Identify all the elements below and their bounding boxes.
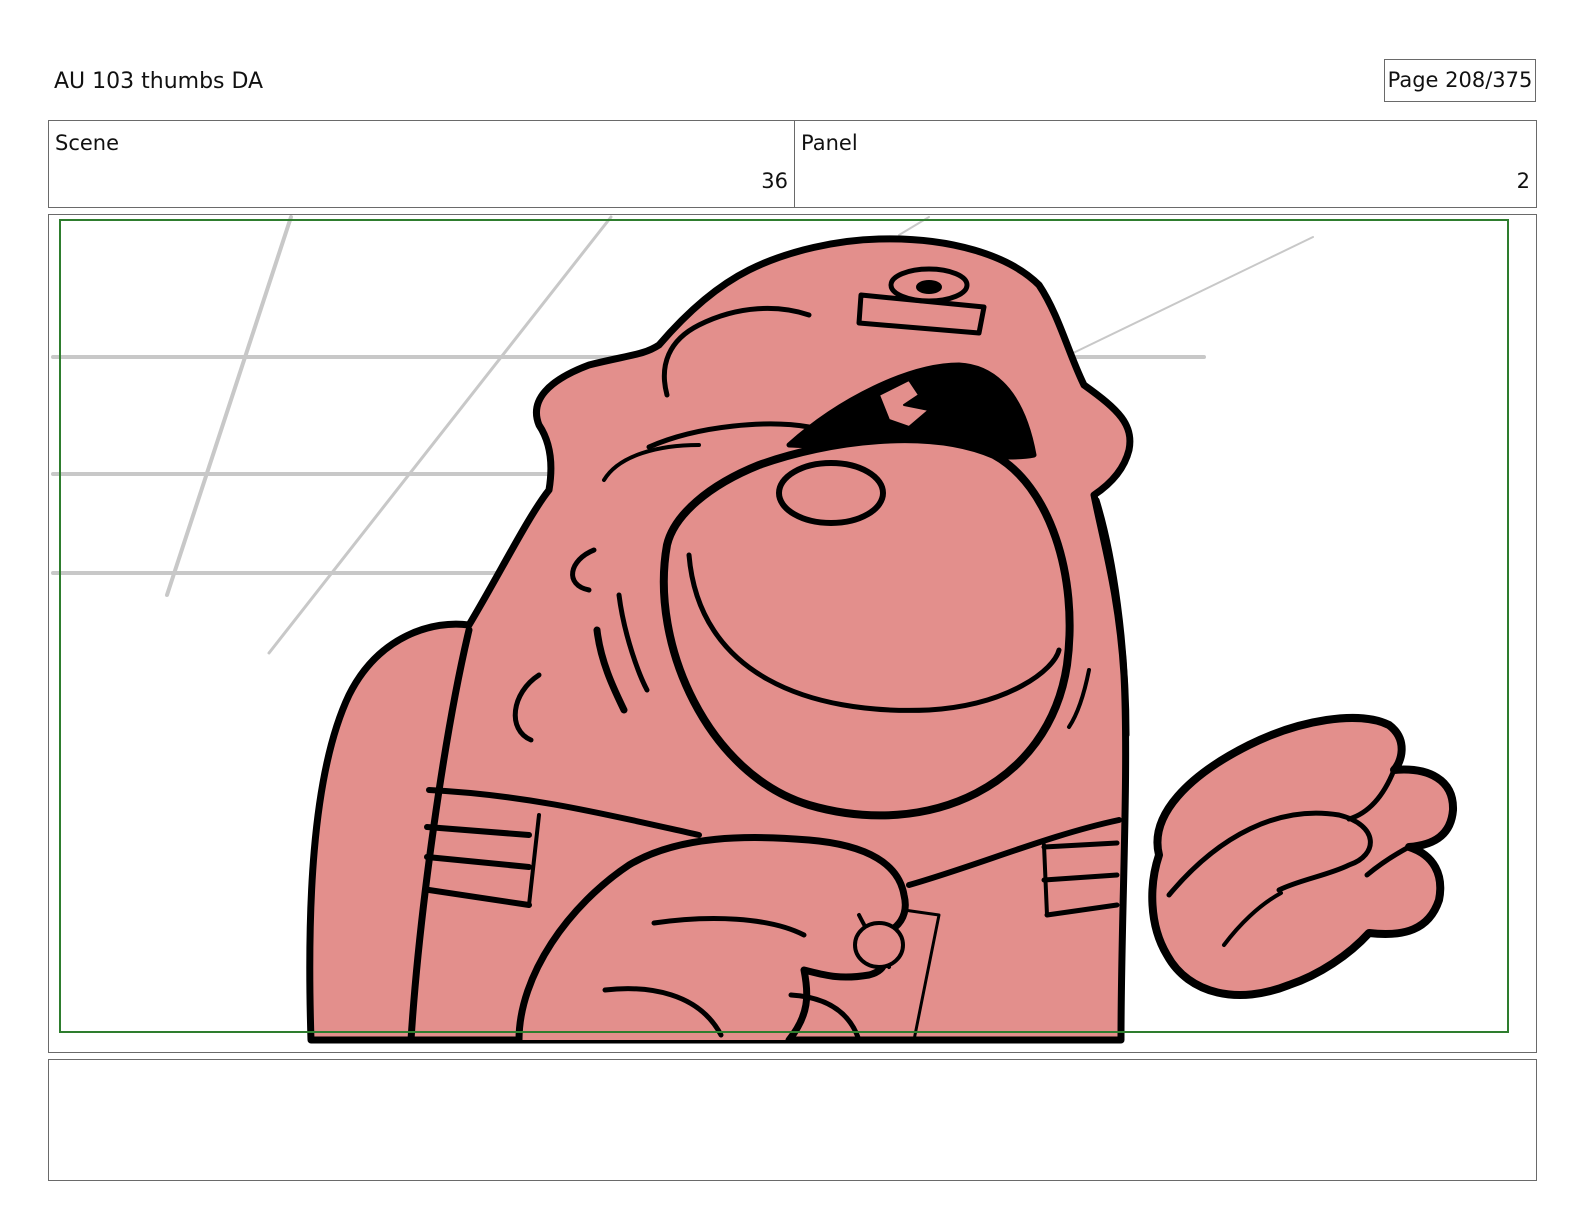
panel-cell: Panel 2	[795, 121, 1536, 207]
panel-label: Panel	[801, 131, 858, 155]
notes-box[interactable]	[48, 1059, 1537, 1181]
character-figure	[306, 235, 1458, 1044]
scene-number: 36	[761, 169, 788, 193]
scene-panel-table: Scene 36 Panel 2	[48, 120, 1537, 208]
panel-number: 2	[1516, 169, 1530, 193]
page-indicator: Page 208/375	[1384, 59, 1536, 102]
document-title: AU 103 thumbs DA	[54, 69, 264, 94]
storyboard-frame	[48, 214, 1537, 1053]
storyboard-drawing	[51, 215, 1509, 1044]
scene-label: Scene	[55, 131, 120, 155]
scene-cell: Scene 36	[49, 121, 795, 207]
